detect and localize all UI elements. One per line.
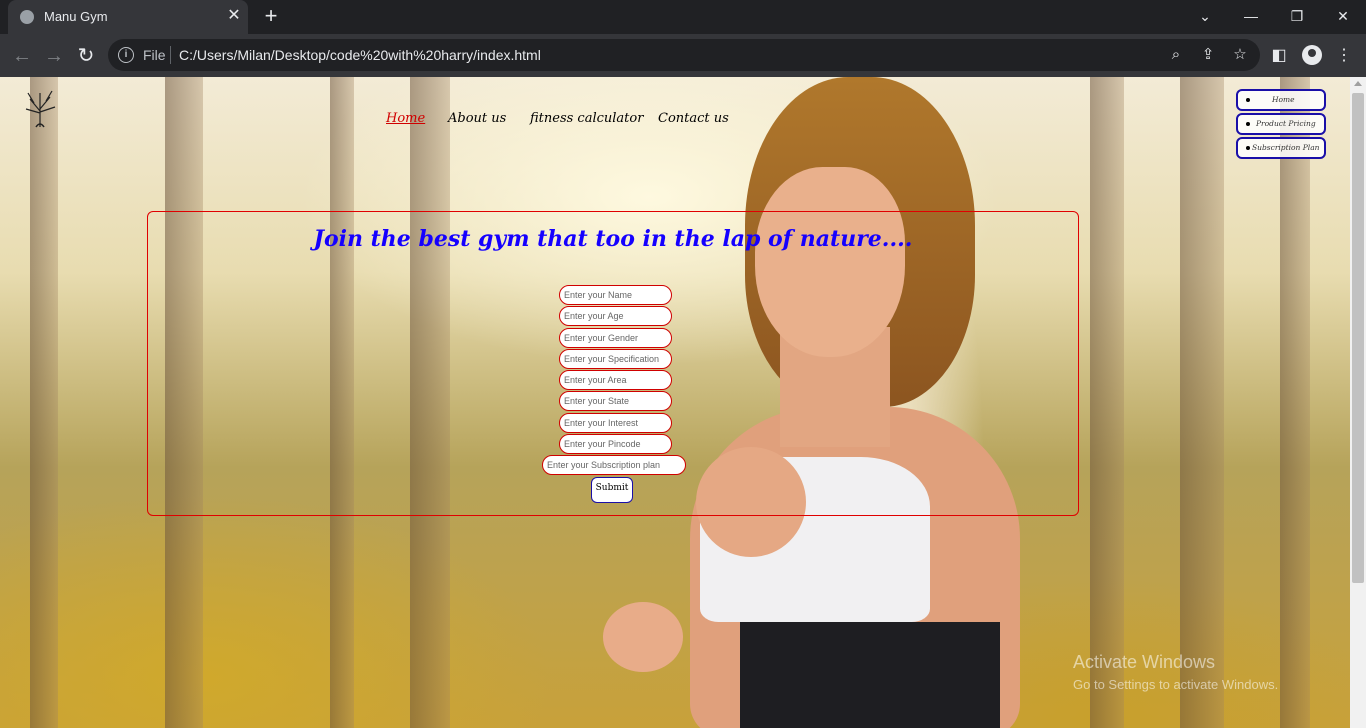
side-menu-label: Subscription Plan bbox=[1252, 143, 1320, 152]
side-menu-label: Home bbox=[1272, 95, 1295, 104]
bullet-icon bbox=[1246, 122, 1250, 126]
area-field[interactable]: Enter your Area bbox=[559, 370, 672, 390]
scroll-up-arrow-icon[interactable] bbox=[1354, 81, 1362, 86]
submit-button[interactable]: Submit bbox=[591, 477, 633, 503]
runner-hand bbox=[603, 602, 683, 672]
tab-title: Manu Gym bbox=[44, 9, 108, 24]
reload-icon[interactable]: ↻ bbox=[72, 42, 100, 70]
share-icon[interactable]: ⇪ bbox=[1198, 45, 1218, 65]
bookmark-star-icon[interactable]: ☆ bbox=[1230, 45, 1250, 65]
bullet-icon bbox=[1246, 146, 1250, 150]
tree-trunk bbox=[1180, 77, 1224, 728]
join-form: Join the best gym that too in the lap of… bbox=[147, 211, 1079, 516]
profile-icon[interactable] bbox=[1302, 45, 1322, 65]
side-menu-item-subscription-plan[interactable]: Subscription Plan bbox=[1236, 137, 1326, 159]
scheme-label: File bbox=[143, 47, 166, 63]
globe-icon bbox=[20, 10, 34, 24]
activate-windows-watermark: Activate Windows Go to Settings to activ… bbox=[1073, 652, 1278, 692]
side-menu: Home Product Pricing Subscription Plan bbox=[1236, 89, 1326, 161]
tab-search-chevron-icon[interactable]: ⌄ bbox=[1182, 0, 1228, 32]
bullet-icon bbox=[1246, 98, 1250, 102]
browser-tab[interactable]: Manu Gym ✕ bbox=[8, 0, 248, 34]
nav-link-contact[interactable]: Contact us bbox=[658, 111, 729, 126]
runner-shorts bbox=[740, 622, 1000, 728]
tree-trunk bbox=[30, 77, 58, 728]
side-menu-item-home[interactable]: Home bbox=[1236, 89, 1326, 111]
window-close-icon[interactable]: ✕ bbox=[1320, 0, 1366, 32]
form-heading: Join the best gym that too in the lap of… bbox=[313, 226, 913, 252]
side-menu-label: Product Pricing bbox=[1256, 119, 1316, 128]
info-icon[interactable]: i bbox=[118, 47, 134, 63]
age-field[interactable]: Enter your Age bbox=[559, 306, 672, 326]
side-panel-icon[interactable]: ◧ bbox=[1268, 45, 1290, 67]
nav-link-about[interactable]: About us bbox=[448, 111, 506, 126]
tab-strip: Manu Gym ✕ + ⌄ — ❐ ✕ bbox=[0, 0, 1366, 34]
omnibox-divider bbox=[170, 46, 171, 64]
interest-field[interactable]: Enter your Interest bbox=[559, 413, 672, 433]
scrollbar-thumb[interactable] bbox=[1352, 93, 1364, 583]
activate-windows-title: Activate Windows bbox=[1073, 652, 1216, 672]
pincode-field[interactable]: Enter your Pincode bbox=[559, 434, 672, 454]
address-bar[interactable]: i File C:/Users/Milan/Desktop/code%20wit… bbox=[108, 39, 1260, 71]
gender-field[interactable]: Enter your Gender bbox=[559, 328, 672, 348]
nav-link-fitness-calculator[interactable]: fitness calculator bbox=[530, 111, 643, 126]
menu-kebab-icon[interactable]: ⋮ bbox=[1333, 45, 1355, 67]
minimize-icon[interactable]: — bbox=[1228, 0, 1274, 32]
url-text[interactable]: C:/Users/Milan/Desktop/code%20with%20har… bbox=[179, 47, 541, 63]
tab-close-icon[interactable]: ✕ bbox=[224, 6, 244, 26]
browser-toolbar: ← → ↻ i File C:/Users/Milan/Desktop/code… bbox=[0, 34, 1366, 77]
tree-logo-icon[interactable] bbox=[22, 87, 60, 129]
name-field[interactable]: Enter your Name bbox=[559, 285, 672, 305]
forward-arrow-icon[interactable]: → bbox=[40, 42, 68, 70]
page-viewport: Home About us fitness calculator Contact… bbox=[0, 77, 1350, 728]
state-field[interactable]: Enter your State bbox=[559, 391, 672, 411]
subscription-plan-field[interactable]: Enter your Subscription plan bbox=[542, 455, 686, 475]
new-tab-icon[interactable]: + bbox=[259, 5, 283, 29]
specification-field[interactable]: Enter your Specification bbox=[559, 349, 672, 369]
back-arrow-icon[interactable]: ← bbox=[8, 42, 36, 70]
zoom-icon[interactable]: ⌕ bbox=[1166, 45, 1186, 65]
side-menu-item-product-pricing[interactable]: Product Pricing bbox=[1236, 113, 1326, 135]
page-scrollbar[interactable] bbox=[1350, 77, 1366, 728]
activate-windows-subtitle: Go to Settings to activate Windows. bbox=[1073, 677, 1279, 692]
tree-trunk bbox=[1090, 77, 1124, 728]
restore-icon[interactable]: ❐ bbox=[1274, 0, 1320, 32]
tree-trunk bbox=[1280, 77, 1310, 728]
nav-link-home[interactable]: Home bbox=[386, 111, 425, 126]
